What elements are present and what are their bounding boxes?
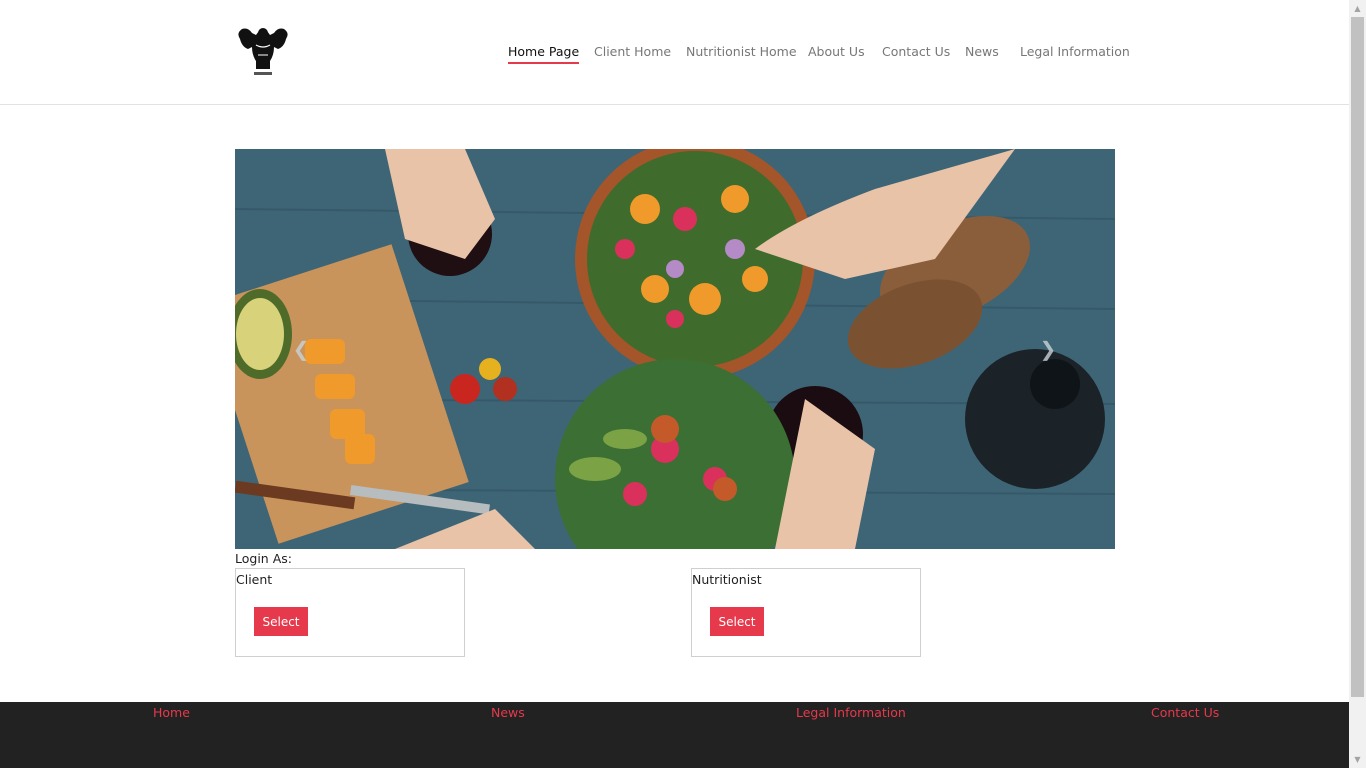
carousel-prev-icon[interactable]: ❮	[291, 339, 311, 359]
client-select-button[interactable]: Select	[254, 607, 308, 636]
carousel-next-icon[interactable]: ❯	[1038, 339, 1058, 359]
vertical-scrollbar[interactable]: ▲ ▼	[1349, 0, 1366, 768]
nav-item-news[interactable]: News	[965, 44, 999, 62]
site-header: Home Page Client Home Nutritionist Home …	[0, 0, 1349, 105]
footer-link-home[interactable]: Home	[153, 705, 190, 720]
client-card: Client Select	[235, 568, 465, 657]
scroll-down-icon[interactable]: ▼	[1349, 751, 1366, 768]
nutritionist-card: Nutritionist Select	[691, 568, 921, 657]
nav-item-nutritionist-home[interactable]: Nutritionist Home	[686, 44, 797, 62]
nutritionist-select-button[interactable]: Select	[710, 607, 764, 636]
site-footer: Home News Legal Information Contact Us	[0, 702, 1349, 768]
footer-link-contact-us[interactable]: Contact Us	[1151, 705, 1219, 720]
footer-link-legal-information[interactable]: Legal Information	[796, 705, 906, 720]
main-nav: Home Page Client Home Nutritionist Home …	[0, 44, 1349, 68]
nav-item-about-us[interactable]: About Us	[808, 44, 865, 62]
hero-carousel[interactable]: ❮ ❯	[235, 149, 1115, 549]
scrollbar-thumb[interactable]	[1351, 17, 1364, 697]
nutritionist-card-title: Nutritionist	[692, 572, 762, 587]
login-as-label: Login As:	[235, 551, 292, 566]
nav-item-contact-us[interactable]: Contact Us	[882, 44, 950, 62]
footer-link-news[interactable]: News	[491, 705, 525, 720]
nav-item-legal-information[interactable]: Legal Information	[1020, 44, 1130, 62]
hero-image	[235, 149, 1115, 549]
nav-item-home-page[interactable]: Home Page	[508, 44, 580, 64]
scroll-up-icon[interactable]: ▲	[1349, 0, 1366, 17]
client-card-title: Client	[236, 572, 273, 587]
nav-item-client-home[interactable]: Client Home	[594, 44, 671, 62]
